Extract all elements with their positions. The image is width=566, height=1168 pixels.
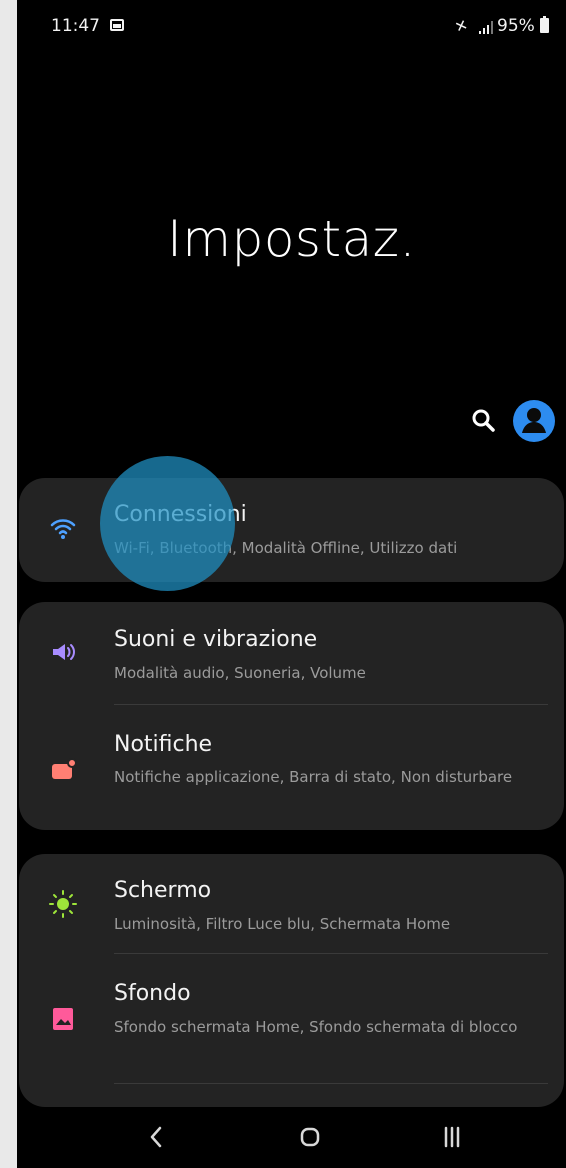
status-time: 11:47: [51, 16, 100, 36]
divider: [114, 704, 548, 705]
battery-percentage: 95%: [497, 16, 535, 36]
brightness-icon: [49, 890, 77, 918]
wifi-icon: [50, 519, 76, 539]
settings-card-sound-notifications: Suoni e vibrazione Modalità audio, Suone…: [19, 602, 564, 830]
settings-item-schermo[interactable]: Schermo Luminosità, Filtro Luce blu, Sch…: [19, 854, 564, 953]
settings-item-title: Sfondo: [114, 981, 191, 1006]
settings-item-title: Schermo: [114, 878, 212, 903]
settings-item-title: Connessioni: [114, 502, 247, 527]
settings-item-subtitle: Modalità audio, Suoneria, Volume: [114, 664, 366, 682]
settings-item-title: Suoni e vibrazione: [114, 627, 318, 652]
settings-item-sfondo[interactable]: Sfondo Sfondo schermata Home, Sfondo sch…: [19, 954, 564, 1082]
recent-apps-icon[interactable]: [437, 1122, 467, 1152]
settings-item-title: Notifiche: [114, 732, 213, 757]
gallery-icon: [110, 19, 124, 31]
signal-icon: [479, 21, 493, 34]
settings-item-subtitle: Wi-Fi, Bluetooth, Modalità Offline, Util…: [114, 539, 458, 557]
status-bar: 11:47 ✕ 95%: [17, 0, 566, 52]
settings-card-connections: Connessioni Wi-Fi, Bluetooth, Modalità O…: [19, 478, 564, 582]
settings-item-suoni-e-vibrazione[interactable]: Suoni e vibrazione Modalità audio, Suone…: [19, 602, 564, 702]
battery-icon: [540, 16, 549, 33]
mute-icon: ✕: [452, 15, 471, 37]
divider: [114, 1083, 548, 1084]
search-icon[interactable]: [471, 408, 497, 434]
settings-item-subtitle: Luminosità, Filtro Luce blu, Schermata H…: [114, 915, 451, 933]
settings-item-subtitle: Sfondo schermata Home, Sfondo schermata …: [114, 1018, 518, 1036]
wallpaper-icon: [53, 1008, 73, 1030]
back-icon[interactable]: [142, 1122, 172, 1152]
settings-item-subtitle: Notifiche applicazione, Barra di stato, …: [114, 768, 513, 786]
page-title: Impostaz.: [167, 210, 416, 268]
settings-item-notifiche[interactable]: Notifiche Notifiche applicazione, Barra …: [19, 706, 564, 830]
settings-item-connessioni[interactable]: Connessioni Wi-Fi, Bluetooth, Modalità O…: [19, 478, 564, 582]
settings-screen: 11:47 ✕ 95% Impostaz. Connessioni Wi-Fi,…: [17, 0, 566, 1168]
navigation-bar: [17, 1108, 566, 1168]
notification-icon: [52, 758, 77, 779]
volume-icon: [53, 644, 75, 660]
home-icon[interactable]: [295, 1122, 325, 1152]
profile-icon[interactable]: [512, 399, 556, 443]
settings-card-display: Schermo Luminosità, Filtro Luce blu, Sch…: [19, 854, 564, 1107]
